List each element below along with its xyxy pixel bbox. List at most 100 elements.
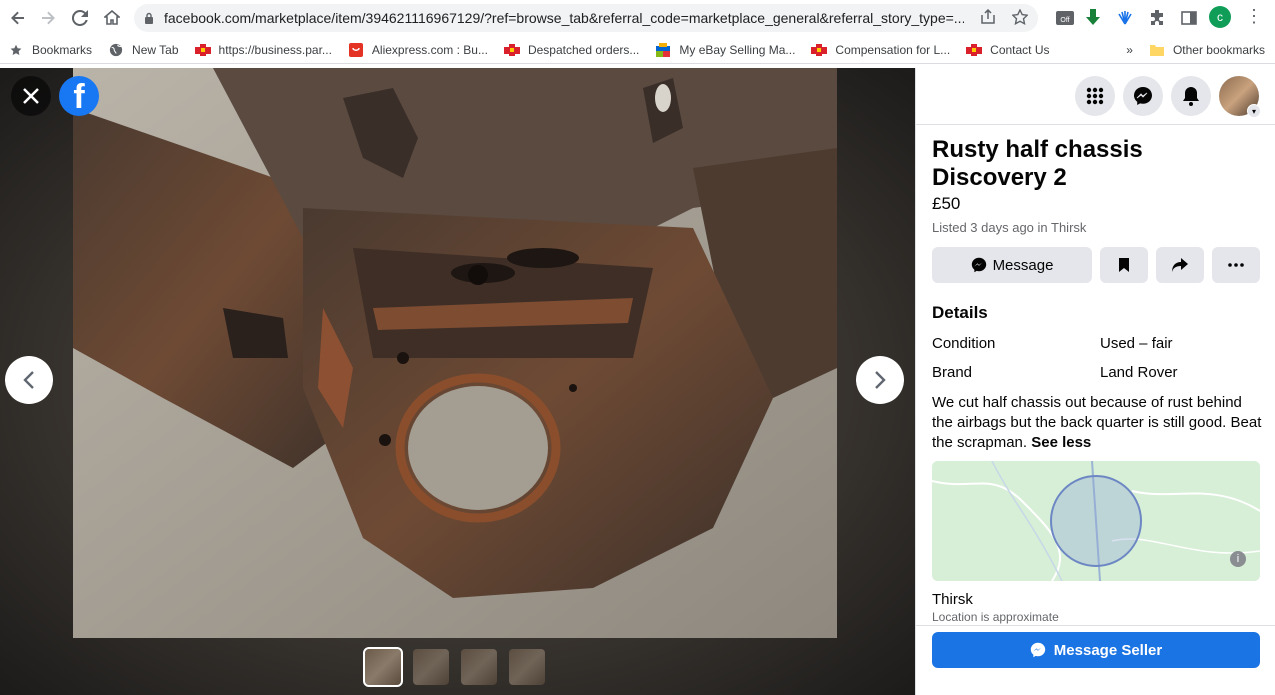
chevron-down-icon: ▾ — [1247, 104, 1261, 118]
royal-mail-icon — [966, 42, 983, 58]
bookmark-item-despatched[interactable]: Despatched orders... — [496, 42, 647, 58]
grid-icon — [1086, 87, 1104, 105]
chevron-right-icon — [875, 371, 886, 389]
extension-off-icon[interactable]: Off — [1053, 6, 1077, 30]
bookmark-star-icon[interactable] — [1011, 8, 1029, 29]
bookmark-item-compensation[interactable]: Compensation for L... — [803, 42, 958, 58]
facebook-header-icons: ▾ — [1075, 76, 1261, 118]
notifications-button[interactable] — [1171, 76, 1211, 116]
forward-icon[interactable] — [32, 2, 64, 34]
listing-photo — [73, 68, 837, 638]
download-extension-icon[interactable] — [1081, 6, 1105, 30]
message-seller-button[interactable]: Message Seller — [932, 632, 1260, 668]
bell-icon — [1183, 87, 1199, 106]
location-name: Thirsk — [932, 591, 973, 608]
ebay-icon — [655, 42, 671, 58]
previous-photo-button[interactable] — [5, 356, 53, 404]
messenger-icon — [1030, 642, 1045, 658]
see-less-link[interactable]: See less — [1031, 434, 1091, 451]
bookmark-label: Compensation for L... — [835, 42, 951, 57]
share-button[interactable] — [1156, 247, 1204, 283]
bookmarks-bar: Bookmarks New Tab https://business.par..… — [0, 36, 1275, 64]
bookmark-label: https://business.par... — [218, 42, 332, 57]
message-button[interactable]: Message — [932, 247, 1092, 283]
header-divider — [916, 124, 1275, 125]
listing-panel: ▾ Rusty half chassis Discovery 2 £50 Lis… — [915, 68, 1275, 695]
bookmark-item-aliexpress[interactable]: Aliexpress.com : Bu... — [340, 42, 496, 58]
royal-mail-icon — [811, 42, 828, 58]
bookmark-label: Other bookmarks — [1172, 42, 1265, 57]
puzzle-extensions-icon[interactable] — [1145, 6, 1169, 30]
royal-mail-icon — [194, 42, 211, 58]
home-icon[interactable] — [96, 2, 128, 34]
more-dots-icon — [1228, 263, 1244, 267]
bookmark-label: My eBay Selling Ma... — [679, 42, 796, 57]
close-icon — [23, 88, 39, 104]
messenger-button[interactable] — [1123, 76, 1163, 116]
bookmark-item-ebay[interactable]: My eBay Selling Ma... — [647, 42, 803, 58]
messenger-icon — [971, 257, 986, 273]
image-viewer: f — [0, 68, 915, 695]
bookmark-item-bookmarks[interactable]: Bookmarks — [0, 42, 100, 58]
photo-thumbnail[interactable] — [461, 649, 497, 685]
bookmark-item-contact[interactable]: Contact Us — [958, 42, 1057, 58]
bookmark-item-business[interactable]: https://business.par... — [187, 42, 340, 58]
message-button-label: Message — [992, 256, 1054, 274]
close-viewer-button[interactable] — [11, 76, 51, 116]
photo-thumbnail[interactable] — [363, 647, 403, 687]
bookmark-label: Contact Us — [990, 42, 1050, 57]
reload-icon[interactable] — [64, 2, 96, 34]
detail-key: Brand — [932, 364, 973, 381]
photo-thumbnail[interactable] — [413, 649, 449, 685]
listing-title: Rusty half chassis Discovery 2 — [932, 136, 1143, 191]
back-icon[interactable] — [2, 2, 34, 34]
details-heading: Details — [932, 303, 988, 322]
aliexpress-icon — [348, 42, 364, 58]
location-note: Location is approximate — [932, 610, 1059, 624]
listing-content: Rusty half chassis Discovery 2 £50 Liste… — [932, 136, 1262, 624]
save-button[interactable] — [1100, 247, 1148, 283]
profile-avatar[interactable]: c — [1209, 6, 1231, 28]
account-avatar[interactable]: ▾ — [1219, 76, 1261, 118]
royal-mail-icon — [503, 42, 520, 58]
listing-meta: Listed 3 days ago in Thirsk — [932, 220, 1087, 235]
share-icon[interactable] — [980, 8, 996, 29]
bookmark-label: Bookmarks — [32, 42, 93, 57]
detail-row-condition: Condition Used – fair — [932, 335, 1262, 352]
more-options-button[interactable] — [1212, 247, 1260, 283]
chrome-menu-icon[interactable]: ⋮ — [1245, 6, 1263, 27]
listing-description: We cut half chassis out because of rust … — [932, 393, 1262, 453]
facebook-logo[interactable]: f — [59, 76, 99, 116]
next-photo-button[interactable] — [856, 356, 904, 404]
bookmark-label: Aliexpress.com : Bu... — [371, 42, 488, 57]
detail-row-brand: Brand Land Rover — [932, 364, 1262, 381]
messenger-icon — [1134, 87, 1152, 105]
other-bookmarks-folder[interactable]: Other bookmarks — [1141, 42, 1275, 58]
seller-bar: Message Seller — [916, 625, 1275, 695]
fan-extension-icon[interactable] — [1113, 6, 1137, 30]
browser-toolbar: facebook.com/marketplace/item/3946211169… — [0, 0, 1275, 36]
lock-icon[interactable] — [134, 12, 164, 24]
svg-text:Off: Off — [1060, 17, 1069, 24]
bookmark-item-new-tab[interactable]: New Tab — [100, 42, 186, 58]
more-bookmarks-button[interactable]: » — [1118, 43, 1141, 57]
detail-value: Used – fair — [1100, 335, 1173, 352]
detail-key: Condition — [932, 335, 996, 352]
side-panel-icon[interactable] — [1177, 6, 1201, 30]
menu-grid-button[interactable] — [1075, 76, 1115, 116]
location-map[interactable]: i — [932, 461, 1260, 581]
url-text[interactable]: facebook.com/marketplace/item/3946211169… — [164, 10, 964, 26]
bookmark-icon — [1119, 258, 1129, 272]
listing-price: £50 — [932, 194, 961, 213]
facebook-logo-letter: f — [73, 78, 85, 116]
globe-icon — [108, 42, 124, 58]
share-arrow-icon — [1172, 258, 1188, 272]
folder-icon — [1149, 42, 1165, 58]
photo-thumbnail[interactable] — [509, 649, 545, 685]
message-seller-label: Message Seller — [1053, 641, 1163, 659]
chevron-left-icon — [23, 371, 34, 389]
star-icon — [8, 42, 24, 58]
address-bar[interactable]: facebook.com/marketplace/item/3946211169… — [134, 4, 1038, 32]
description-text: We cut half chassis out because of rust … — [932, 394, 1262, 451]
info-icon[interactable]: i — [1230, 551, 1246, 567]
